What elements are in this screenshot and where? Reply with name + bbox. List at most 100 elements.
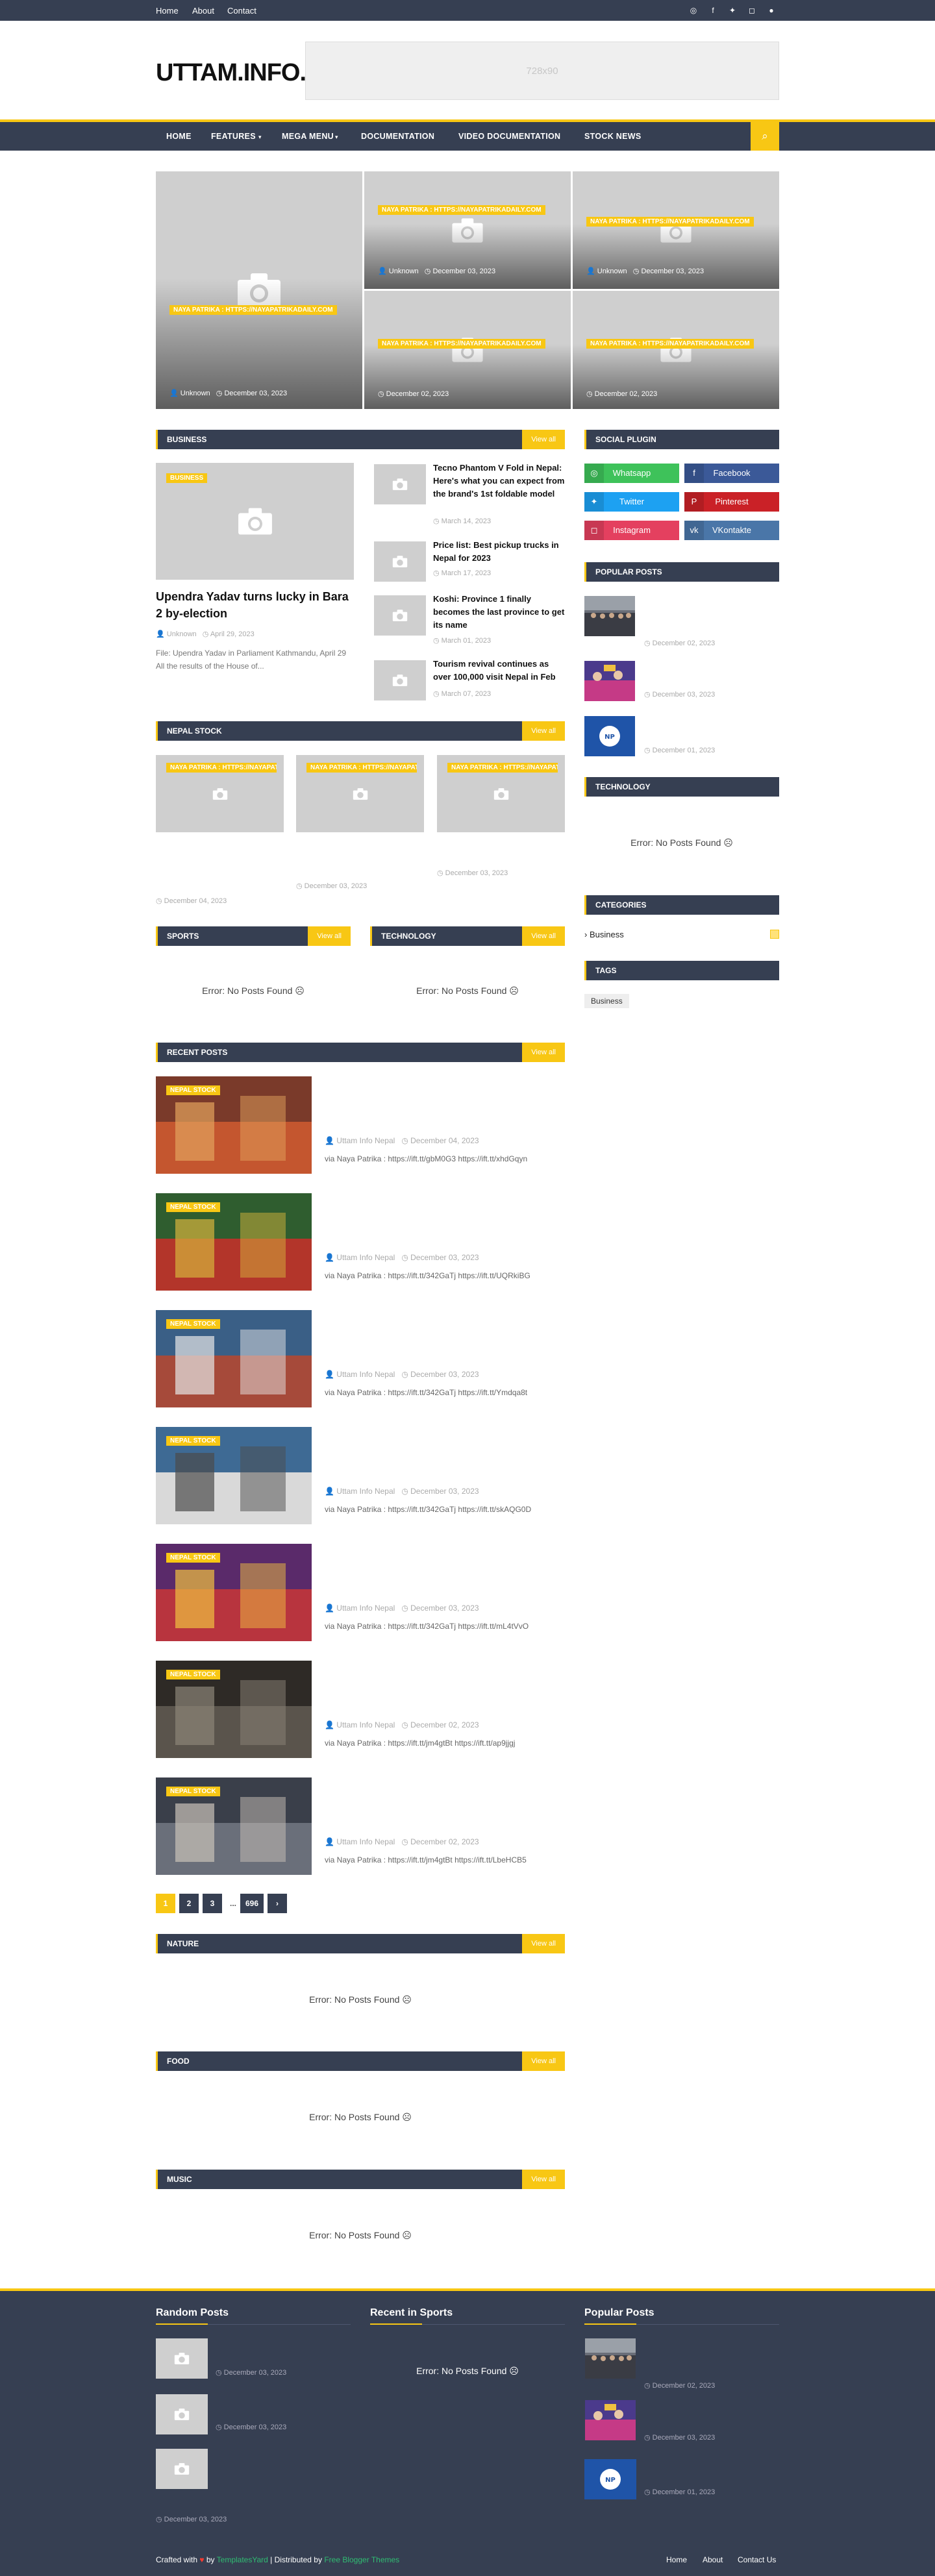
- social-button-facebook[interactable]: f Facebook: [684, 464, 779, 483]
- footer-random-thumb[interactable]: [156, 2394, 208, 2434]
- view-all-button[interactable]: View all: [522, 721, 565, 741]
- featured-tag[interactable]: NAYA PATRIKA : HTTPS://NAYAPATRIKADAILY.…: [166, 763, 277, 773]
- recent-post-image[interactable]: NEPAL STOCK: [156, 1661, 312, 1758]
- footer-link-contact[interactable]: Contact Us: [738, 2555, 776, 2564]
- category-tag[interactable]: NEPAL STOCK: [166, 1436, 220, 1446]
- view-all-button[interactable]: View all: [522, 430, 565, 449]
- footer-popular-thumb[interactable]: [584, 2400, 636, 2440]
- page-button-current[interactable]: 1: [156, 1894, 175, 1913]
- popular-post-thumb[interactable]: [584, 596, 635, 636]
- footer-link-about[interactable]: About: [703, 2555, 723, 2564]
- featured-tag[interactable]: NAYA PATRIKA : HTTPS://NAYAPATRIKADAILY.…: [447, 763, 558, 773]
- view-all-button[interactable]: View all: [522, 2170, 565, 2189]
- category-item[interactable]: › Business: [584, 930, 779, 939]
- nav-home[interactable]: HOME: [166, 132, 192, 141]
- page-button[interactable]: 2: [179, 1894, 199, 1913]
- recent-post-image[interactable]: NEPAL STOCK: [156, 1427, 312, 1524]
- business-item-title[interactable]: Price list: Best pickup trucks in Nepal …: [433, 539, 567, 565]
- business-item-title[interactable]: Tourism revival continues as over 100,00…: [433, 658, 567, 684]
- search-button[interactable]: ⌕: [751, 122, 779, 151]
- category-tag[interactable]: NEPAL STOCK: [166, 1670, 220, 1679]
- top-link-contact[interactable]: Contact: [227, 6, 256, 16]
- post-meta: 👤 Uttam Info Nepal ◷ December 03, 2023: [325, 1487, 479, 1496]
- business-thumb[interactable]: [374, 660, 426, 700]
- view-all-button[interactable]: View all: [308, 926, 351, 946]
- nav-features[interactable]: FEATURES: [211, 132, 256, 141]
- featured-post[interactable]: NAYA PATRIKA : HTTPS://NAYAPATRIKADAILY.…: [573, 291, 779, 409]
- page-button[interactable]: 3: [203, 1894, 222, 1913]
- nav-video-documentation[interactable]: VIDEO DOCUMENTATION: [458, 132, 560, 141]
- footer-random-thumb[interactable]: [156, 2338, 208, 2379]
- twitter-icon[interactable]: ✦: [727, 5, 738, 16]
- nav-mega-menu[interactable]: MEGA MENU: [282, 132, 334, 141]
- footer-random-thumb[interactable]: [156, 2449, 208, 2489]
- page-button[interactable]: 696: [240, 1894, 264, 1913]
- featured-tag[interactable]: NAYA PATRIKA : HTTPS://NAYAPATRIKADAILY.…: [169, 305, 337, 315]
- category-tag[interactable]: NEPAL STOCK: [166, 1085, 220, 1095]
- featured-tag[interactable]: NAYA PATRIKA : HTTPS://NAYAPATRIKADAILY.…: [378, 205, 545, 215]
- social-button-pinterest[interactable]: P Pinterest: [684, 492, 779, 512]
- business-thumb[interactable]: [374, 541, 426, 582]
- recent-post-image[interactable]: NEPAL STOCK: [156, 1076, 312, 1174]
- post-date: ◷ December 04, 2023: [156, 897, 227, 905]
- post-meta: 👤 Uttam Info Nepal ◷ December 04, 2023: [325, 1136, 479, 1145]
- social-button-twitter[interactable]: ✦ Twitter: [584, 492, 679, 512]
- site-logo[interactable]: UTTAM.INFO.NP: [156, 56, 340, 90]
- social-button-instagram[interactable]: ◻ Instagram: [584, 521, 679, 540]
- featured-tag[interactable]: NAYA PATRIKA : HTTPS://NAYAPATRIKADAILY.…: [306, 763, 417, 773]
- whatsapp-icon[interactable]: ◎: [688, 5, 699, 16]
- tag-item[interactable]: Business: [584, 994, 629, 1008]
- footer-popular-thumb[interactable]: [584, 2338, 636, 2379]
- featured-tag[interactable]: NAYA PATRIKA : HTTPS://NAYAPATRIKADAILY.…: [378, 339, 545, 349]
- footer-link-home[interactable]: Home: [666, 2555, 687, 2564]
- category-tag[interactable]: NEPAL STOCK: [166, 1202, 220, 1212]
- view-all-button[interactable]: View all: [522, 2051, 565, 2071]
- view-all-button[interactable]: View all: [522, 1043, 565, 1062]
- business-main-title[interactable]: Upendra Yadav turns lucky in Bara 2 by-e…: [156, 588, 351, 622]
- business-item-title[interactable]: Tecno Phantom V Fold in Nepal: Here's wh…: [433, 462, 567, 501]
- post-date: ◷ March 14, 2023: [433, 517, 492, 525]
- view-all-button[interactable]: View all: [522, 926, 565, 946]
- error-message: Error: No Posts Found ☹: [630, 837, 733, 848]
- category-tag[interactable]: NEPAL STOCK: [166, 1787, 220, 1796]
- featured-post[interactable]: NAYA PATRIKA : HTTPS://NAYAPATRIKADAILY.…: [364, 291, 571, 409]
- footer-popular-thumb[interactable]: NP: [584, 2459, 636, 2499]
- business-item-title[interactable]: Koshi: Province 1 finally becomes the la…: [433, 593, 567, 632]
- social-button-vkontakte[interactable]: vk VKontakte: [684, 521, 779, 540]
- featured-tag[interactable]: NAYA PATRIKA : HTTPS://NAYAPATRIKADAILY.…: [586, 339, 754, 349]
- category-tag[interactable]: NEPAL STOCK: [166, 1319, 220, 1329]
- author-link[interactable]: TemplatesYard: [217, 2555, 268, 2564]
- featured-post[interactable]: NAYA PATRIKA : HTTPS://NAYAPATRIKADAILY.…: [364, 171, 571, 289]
- category-tag[interactable]: NEPAL STOCK: [166, 1553, 220, 1563]
- popular-post-thumb[interactable]: NP: [584, 716, 635, 756]
- nepal-stock-post[interactable]: NAYA PATRIKA : HTTPS://NAYAPATRIKADAILY.…: [296, 755, 424, 832]
- recent-post-image[interactable]: NEPAL STOCK: [156, 1544, 312, 1641]
- recent-post-image[interactable]: NEPAL STOCK: [156, 1777, 312, 1875]
- view-all-button[interactable]: View all: [522, 1934, 565, 1953]
- nav-documentation[interactable]: DOCUMENTATION: [361, 132, 434, 141]
- featured-post-main[interactable]: NAYA PATRIKA : HTTPS://NAYAPATRIKADAILY.…: [156, 171, 362, 409]
- popular-post-thumb[interactable]: [584, 661, 635, 701]
- nepal-stock-post[interactable]: NAYA PATRIKA : HTTPS://NAYAPATRIKADAILY.…: [437, 755, 565, 832]
- recent-post-image[interactable]: NEPAL STOCK: [156, 1193, 312, 1291]
- error-message: Error: No Posts Found ☹: [202, 985, 305, 996]
- business-main-image[interactable]: BUSINESS: [156, 463, 354, 580]
- next-page-button[interactable]: ›: [268, 1894, 287, 1913]
- nepal-stock-post[interactable]: NAYA PATRIKA : HTTPS://NAYAPATRIKADAILY.…: [156, 755, 284, 832]
- recent-post-image[interactable]: NEPAL STOCK: [156, 1310, 312, 1407]
- social-button-whatsapp[interactable]: ◎ Whatsapp: [584, 464, 679, 483]
- top-link-home[interactable]: Home: [156, 6, 179, 16]
- featured-tag[interactable]: NAYA PATRIKA : HTTPS://NAYAPATRIKADAILY.…: [586, 217, 754, 227]
- nav-stock-news[interactable]: STOCK NEWS: [584, 132, 642, 141]
- featured-post[interactable]: NAYA PATRIKA : HTTPS://NAYAPATRIKADAILY.…: [573, 171, 779, 289]
- business-thumb[interactable]: [374, 464, 426, 504]
- category-tag[interactable]: BUSINESS: [166, 473, 208, 483]
- instagram-icon[interactable]: ◻: [747, 5, 757, 16]
- business-thumb[interactable]: [374, 595, 426, 636]
- post-date: ◷ December 03, 2023: [644, 2434, 716, 2442]
- top-link-about[interactable]: About: [192, 6, 214, 16]
- error-message: Error: No Posts Found ☹: [309, 2112, 412, 2122]
- github-icon[interactable]: ●: [766, 5, 777, 16]
- distributor-link[interactable]: Free Blogger Themes: [324, 2555, 399, 2564]
- facebook-icon[interactable]: f: [708, 5, 718, 16]
